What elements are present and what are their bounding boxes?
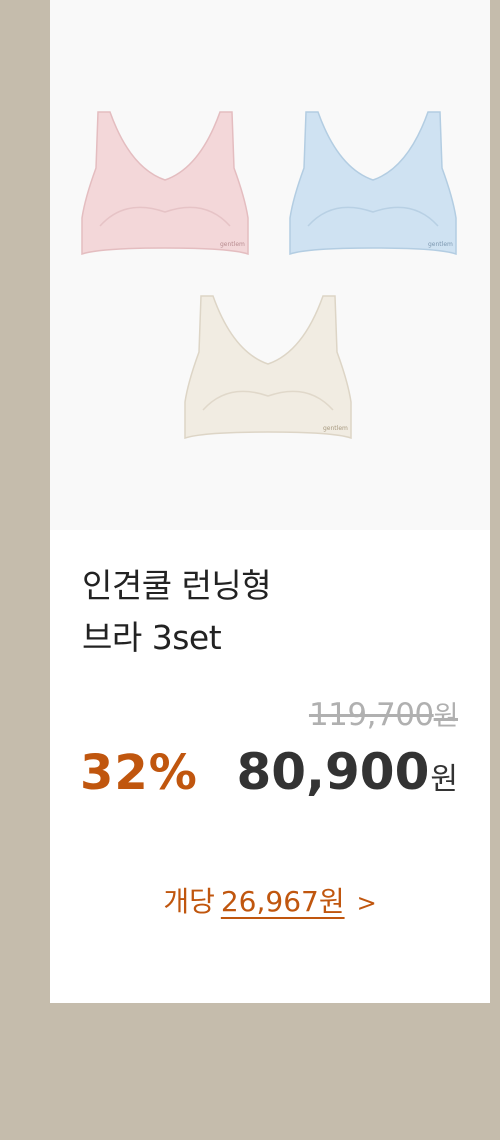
original-price-value: 119,700 (308, 697, 434, 733)
original-price: 119,700원 (308, 694, 459, 733)
svg-text:gentlem: gentlem (323, 425, 348, 432)
product-card[interactable]: gentlem gentlem gentlem 인견쿨 런닝형 브라 3set … (50, 0, 490, 1003)
sale-price: 80,900원 (236, 743, 458, 801)
blue-bra-image: gentlem (288, 108, 458, 258)
svg-text:gentlem: gentlem (428, 241, 453, 248)
product-image-area[interactable]: gentlem gentlem gentlem (50, 0, 490, 530)
product-title-line2: 브라 3set (82, 618, 222, 657)
per-item-price-link[interactable]: 개당 26,967원 > (50, 880, 490, 920)
product-title-line1: 인견쿨 런닝형 (82, 566, 272, 605)
per-item-amount: 26,967원 (220, 885, 345, 918)
svg-text:gentlem: gentlem (220, 241, 245, 248)
pink-bra-image: gentlem (80, 108, 250, 258)
sale-price-unit: 원 (430, 762, 458, 797)
discount-rate: 32% (80, 745, 198, 801)
per-item-label: 개당 (163, 885, 215, 918)
chevron-right-icon: > (356, 889, 377, 917)
sale-price-value: 80,900 (236, 743, 430, 801)
original-price-unit: 원 (433, 701, 459, 732)
ivory-bra-image: gentlem (183, 292, 353, 442)
product-title[interactable]: 인견쿨 런닝형 브라 3set (82, 560, 462, 664)
